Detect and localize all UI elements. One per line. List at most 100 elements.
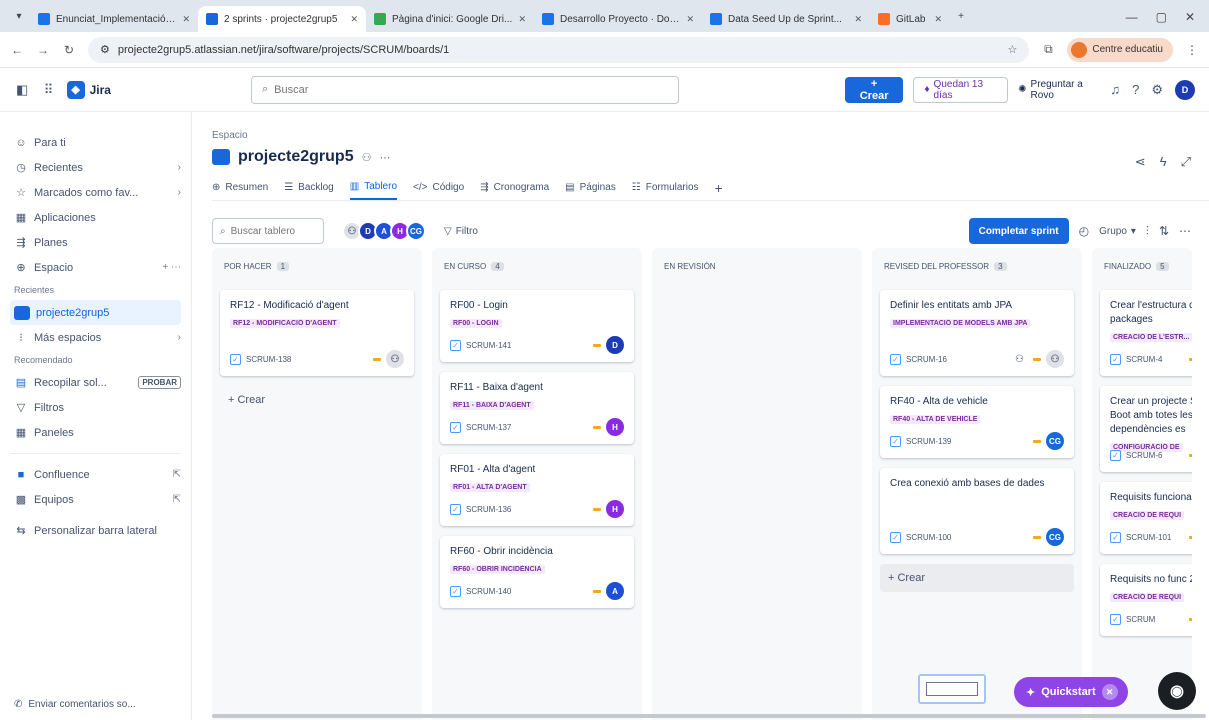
assignee-filter-avatar[interactable]: CG [406,221,426,241]
sidebar-item[interactable]: ▦ Aplicaciones [10,205,181,230]
tab-close-icon[interactable]: ✕ [686,14,694,25]
user-avatar[interactable]: D [1175,79,1196,100]
issue-key[interactable]: SCRUM-136 [466,505,511,514]
trial-badge[interactable]: ♦ Quedan 13 días [913,76,1009,103]
tab-0[interactable]: ⊕ Resumen [212,175,268,200]
bookmark-star-icon[interactable]: ☆ [1008,43,1018,56]
global-search-input[interactable] [274,83,668,96]
issue-key[interactable]: SCRUM-139 [906,437,951,446]
global-search[interactable]: ⌕ [250,75,679,104]
sidebar-item-filters[interactable]: ▽ Filtros [10,395,181,420]
create-button[interactable]: + Crear [844,76,904,103]
issue-card[interactable]: Requisits no func 23) CREACIÓ DE REQUI ✓ SC… [1100,564,1192,636]
horizontal-scrollbar[interactable] [212,714,1206,718]
issue-card[interactable]: RF60 - Obrir incidència RF60 - OBRIR INCI… [440,536,634,608]
assignee-avatar[interactable]: A [606,582,624,600]
issue-key[interactable]: SCRUM-101 [1126,533,1171,542]
feedback-link[interactable]: ✆ Enviar comentarios so... [14,699,136,710]
tab-6[interactable]: ☷ Formularios [632,175,699,200]
unassigned-avatar[interactable]: ⚇ [386,350,404,368]
issue-card[interactable]: Crea conexió amb bases de dades ✓ SCRUM-10… [880,468,1074,554]
sidebar-item[interactable]: ⊕ Espacio + ⋯ [10,255,181,280]
tab-3[interactable]: </> Código [413,175,464,200]
sidebar-item-recommended[interactable]: ▤ Recopilar sol... PROBAR [10,370,181,395]
create-issue-button[interactable]: + Crear [880,564,1074,592]
try-badge[interactable]: PROBAR [138,376,181,389]
more-icon[interactable]: ⋯ [1179,224,1191,238]
assignee-avatar[interactable]: D [606,336,624,354]
board-search[interactable]: ⌕ [212,218,324,244]
insights-icon[interactable]: ◴ [1079,224,1089,238]
filter-button[interactable]: ▽ Filtro [444,226,478,237]
view-settings-icon[interactable]: ⇅ [1159,224,1169,238]
assignee-avatar[interactable]: H [606,500,624,518]
tab-search-icon[interactable]: ▾ [8,5,30,27]
automation-bolt-icon[interactable]: ϟ [1160,154,1167,170]
issue-key[interactable]: SCRUM-140 [466,587,511,596]
minimize-icon[interactable]: — [1126,10,1138,24]
issue-card[interactable]: RF12 - Modificació d'agent RF12 - MODIFIC… [220,290,414,376]
quickstart-button[interactable]: ✦ Quickstart ✕ [1014,677,1128,707]
issue-key[interactable]: SCRUM-141 [466,341,511,350]
help-icon[interactable]: ? [1132,82,1139,97]
browser-tab[interactable]: GitLab ✕ [870,6,950,32]
issue-key[interactable]: SCRUM-4 [1126,355,1162,364]
extensions-icon[interactable]: ⧉ [1041,42,1055,57]
reload-icon[interactable]: ↻ [62,43,76,57]
issue-card[interactable]: RF00 - Login RF00 - LOGIN ✓ SCRUM-141 D [440,290,634,362]
complete-sprint-button[interactable]: Completar sprint [968,218,1069,244]
url-field[interactable]: ⚙ projecte2grup5.atlassian.net/jira/soft… [88,36,1030,63]
issue-key[interactable]: SCRUM-16 [906,355,947,364]
maximize-icon[interactable]: ▢ [1156,10,1167,24]
forward-icon[interactable]: → [36,43,50,57]
issue-key[interactable]: SCRUM [1126,615,1155,624]
fullscreen-icon[interactable]: ⤢ [1181,154,1191,170]
profile-chip[interactable]: Centre educatiu [1067,37,1173,62]
ask-rovo-button[interactable]: ✺ Preguntar a Rovo [1018,79,1100,101]
app-switcher-icon[interactable]: ⠿ [40,82,56,98]
tab-5[interactable]: ▤ Páginas [565,175,616,200]
issue-key[interactable]: SCRUM-137 [466,423,511,432]
sidebar-toggle-icon[interactable]: ◧ [14,82,30,98]
browser-tab[interactable]: Pàgina d'inici: Google Dri... ✕ [366,6,534,32]
create-issue-button[interactable]: + Crear [220,386,414,414]
minimap-viewport[interactable] [926,682,978,696]
sidebar-item-dashboards[interactable]: ▦ Paneles [10,420,181,445]
add-icon[interactable]: + ⋯ [162,262,181,273]
jira-logo[interactable]: ◆ Jira [66,80,111,99]
issue-card[interactable]: RF01 - Alta d'agent RF01 - ALTA D'AGENT ✓ S… [440,454,634,526]
assignee-avatar[interactable]: CG [1046,432,1064,450]
browser-menu-icon[interactable]: ⋮ [1185,43,1199,57]
tab-2[interactable]: ▥ Tablero [349,175,398,200]
team-icon[interactable]: ⚇ [362,151,372,164]
share-icon[interactable]: ⋖ [1135,154,1146,170]
notifications-bell-icon[interactable]: ♫ [1110,82,1120,97]
sidebar-item[interactable]: ☺ Para ti [10,130,181,155]
unassigned-avatar[interactable]: ⚇ [1046,350,1064,368]
sidebar-item-confluence[interactable]: ■ Confluence ⇱ [10,462,181,487]
sidebar-item[interactable]: ◷ Recientes › [10,155,181,180]
settings-gear-icon[interactable]: ⚙ [1151,82,1163,98]
sidebar-item[interactable]: ⇶ Planes [10,230,181,255]
add-tab-icon[interactable]: + [715,175,723,200]
browser-tab[interactable]: Enunciat_Implementació / ... ✕ [30,6,198,32]
help-fab[interactable]: ◉ [1158,672,1196,710]
issue-card[interactable]: Crear un projecte Spring Boot amb totes … [1100,386,1192,472]
issue-key[interactable]: SCRUM-100 [906,533,951,542]
browser-tab[interactable]: 2 sprints · projecte2grup5 ✕ [198,6,366,32]
close-icon[interactable]: ✕ [1101,684,1118,700]
browser-tab[interactable]: Data Seed Up de Sprint... ✕ [702,6,870,32]
tab-close-icon[interactable]: ✕ [518,14,526,25]
chart-icon[interactable]: ⫶ [1146,224,1149,239]
tab-close-icon[interactable]: ✕ [854,14,862,25]
issue-card[interactable]: RF11 - Baixa d'agent RF11 - BAIXA D'AGENT… [440,372,634,444]
issue-card[interactable]: Definir les entitats amb JPA IMPLEMENTACI… [880,290,1074,376]
issue-key[interactable]: SCRUM-6 [1126,451,1162,460]
group-dropdown[interactable]: Grupo ▾ [1099,226,1136,237]
board-search-input[interactable] [230,225,311,237]
sidebar-item[interactable]: ☆ Marcados como fav... › [10,180,181,205]
assignee-avatar[interactable]: H [606,418,624,436]
assignee-avatar[interactable]: CG [1046,528,1064,546]
issue-card[interactable]: Crear l'estructura de packages CREACIÓ DE… [1100,290,1192,376]
tab-close-icon[interactable]: ✕ [182,14,190,25]
